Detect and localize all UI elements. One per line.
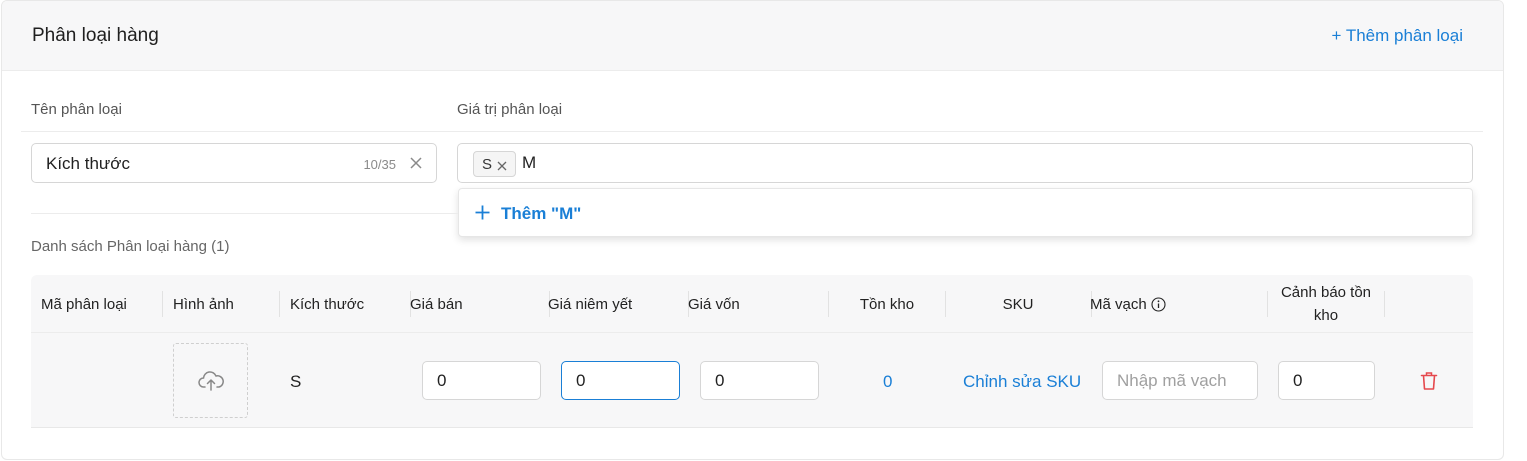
divider <box>21 131 1483 132</box>
card-title: Phân loại hàng <box>32 25 159 46</box>
barcode-input[interactable]: Nhập mã vạch <box>1102 361 1258 400</box>
variant-values-input[interactable]: S M <box>457 143 1473 183</box>
cloud-upload-icon <box>198 371 224 391</box>
divider <box>31 213 458 214</box>
trash-icon[interactable] <box>1420 371 1438 391</box>
column-header-stock-alert: Cảnh báo tồn kho <box>1280 284 1372 324</box>
column-header-image: Hình ảnh <box>173 295 234 313</box>
variant-list-title: Danh sách Phân loại hàng (1) <box>31 238 230 255</box>
column-divider <box>279 291 280 317</box>
add-variant-button[interactable]: + Thêm phân loại <box>1331 26 1463 46</box>
variant-name-label: Tên phân loại <box>31 101 122 118</box>
add-value-option[interactable]: Thêm "M" <box>458 188 1473 237</box>
column-header-cost-price: Giá vốn <box>688 295 740 313</box>
variant-values-label: Giá trị phân loại <box>457 101 563 118</box>
info-icon[interactable] <box>1151 296 1166 312</box>
cost-price-input[interactable]: 0 <box>700 361 819 400</box>
close-icon[interactable] <box>408 154 424 172</box>
stock-link[interactable]: 0 <box>883 372 892 392</box>
value-tag-label: S <box>482 156 493 173</box>
column-header-code: Mã phân loại <box>41 295 127 313</box>
table-header: Mã phân loại Hình ảnh Kích thước Giá bán… <box>31 275 1473 333</box>
edit-sku-link[interactable]: Chỉnh sửa SKU <box>963 372 1081 392</box>
variant-name-input[interactable]: Kích thước 10/35 <box>31 143 437 183</box>
stock-alert-input[interactable]: 0 <box>1278 361 1375 400</box>
column-divider <box>1384 291 1385 317</box>
column-header-sku: SKU <box>1002 295 1034 313</box>
sale-price-input[interactable]: 0 <box>422 361 541 400</box>
close-icon[interactable] <box>496 159 508 171</box>
column-divider <box>162 291 163 317</box>
column-header-size: Kích thước <box>290 295 365 313</box>
card-header: Phân loại hàng + Thêm phân loại <box>2 1 1503 71</box>
add-value-option-label: Thêm "M" <box>501 204 582 223</box>
column-header-sale-price: Giá bán <box>410 295 463 313</box>
typed-value: M <box>522 153 537 172</box>
char-counter: 10/35 <box>363 157 396 172</box>
variant-size: S <box>290 372 302 391</box>
column-header-stock: Tồn kho <box>859 295 915 313</box>
value-tag: S <box>473 151 516 177</box>
column-header-list-price: Giá niêm yết <box>548 295 633 313</box>
variant-name-value: Kích thước <box>46 154 130 173</box>
column-header-barcode-label: Mã vạch <box>1090 295 1147 313</box>
column-header-barcode: Mã vạch <box>1090 275 1166 333</box>
image-upload[interactable] <box>173 343 248 418</box>
plus-icon <box>474 204 491 221</box>
list-price-input[interactable]: 0 <box>561 361 680 400</box>
